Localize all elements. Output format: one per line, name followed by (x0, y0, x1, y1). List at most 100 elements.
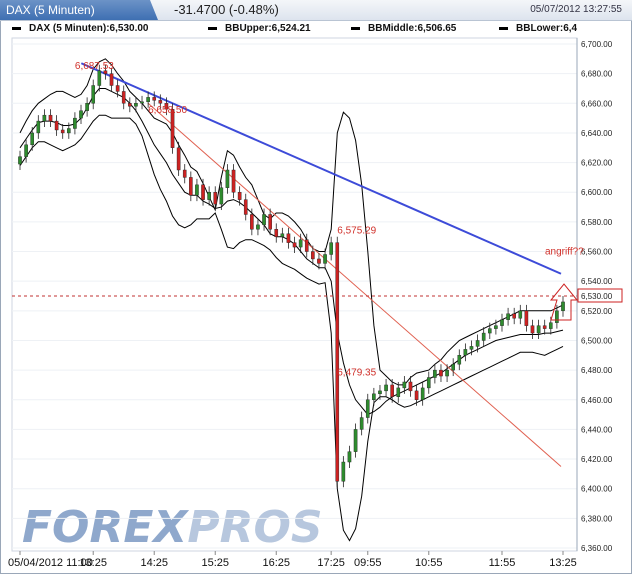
candle-body (79, 110, 83, 119)
x-tick-label: 17:25 (317, 557, 345, 569)
candle-body (433, 369, 437, 378)
candle-body (548, 322, 553, 329)
price-annotation: 6,658.50 (148, 105, 187, 116)
candle-body (128, 103, 132, 107)
candle-body (457, 355, 462, 365)
y-tick-label: 6,600.00 (581, 188, 613, 197)
y-tick-label: 6,520.00 (581, 307, 613, 316)
candle-body (494, 325, 498, 329)
candle-body (451, 363, 455, 371)
candle-body (353, 429, 358, 452)
candle-body (408, 381, 413, 392)
y-tick-label: 6,380.00 (581, 514, 613, 523)
candle-body (140, 101, 144, 104)
candle-body (30, 132, 35, 146)
candle-body (481, 332, 486, 341)
candle-body (396, 387, 401, 398)
candle-body (317, 258, 321, 264)
y-tick-label: 6,680.00 (581, 70, 613, 79)
x-tick-label: 13:25 (549, 557, 577, 569)
candle-body (390, 384, 394, 397)
candle-body (329, 242, 333, 255)
y-tick-label: 6,620.00 (581, 159, 613, 168)
y-tick-label: 6,500.00 (581, 336, 613, 345)
candle-body (182, 169, 187, 178)
candle-body (311, 251, 315, 260)
candle-body (213, 192, 218, 205)
candle-body (286, 233, 291, 243)
candle-body (372, 393, 376, 400)
price-annotation: 6,575.29 (337, 225, 376, 236)
candle-body (231, 169, 236, 193)
candle-body (42, 114, 47, 122)
y-tick-label: 6,480.00 (581, 366, 613, 375)
candle-body (237, 192, 242, 200)
candle-body (384, 384, 388, 392)
candle-body (561, 301, 565, 312)
candle-body (274, 229, 279, 237)
candle-body (219, 187, 224, 205)
candle-body (542, 325, 547, 329)
candle-body (439, 369, 443, 377)
x-tick-label: 14:25 (140, 557, 168, 569)
candle-body (304, 239, 309, 252)
candle-body (250, 214, 254, 230)
candle-body (207, 192, 211, 200)
candle-body (475, 340, 480, 347)
candle-body (67, 128, 71, 134)
plot-area (11, 37, 578, 552)
candle-body (73, 117, 77, 129)
candle-body (262, 214, 266, 226)
y-tick-label: 6,660.00 (581, 99, 613, 108)
candle-body (347, 451, 352, 463)
y-tick-label: 6,460.00 (581, 396, 613, 405)
candle-body (121, 91, 126, 104)
candle-body (115, 85, 120, 92)
candle-body (426, 377, 431, 389)
x-axis: 05/04/2012 11:0013:25 14:25 15:25 16:25 17:2… (8, 551, 577, 569)
y-tick-label: 6,360.00 (581, 544, 613, 553)
candle-body (146, 97, 150, 103)
y-tick-label: 6,420.00 (581, 455, 613, 464)
candle-body (530, 325, 535, 334)
candle-body (463, 349, 468, 356)
candle-body (555, 310, 559, 323)
candle-body (445, 369, 449, 377)
candle-body (487, 328, 492, 334)
y-tick-label: 6,700.00 (581, 40, 613, 49)
candle-body (24, 144, 28, 157)
y-axis: 6,360.00 6,380.00 6,400.00 6,420.00 6,440.00… (576, 38, 623, 553)
candle-body (97, 70, 102, 86)
candle-body (54, 120, 59, 131)
price-annotation: 6,479.35 (337, 368, 376, 379)
candle-body (225, 169, 230, 188)
candle-body (91, 85, 96, 104)
candle-body (280, 233, 285, 237)
candle-body (243, 199, 248, 215)
watermark-forex: FOREX (22, 502, 189, 553)
candle-body (201, 184, 205, 200)
candle-body (152, 97, 157, 101)
price-chart[interactable]: FOREXPROS 6,360.00 6,380.00 6,400.00 6,420.… (0, 0, 632, 574)
x-tick-label: 15:25 (201, 557, 229, 569)
candle-body (85, 103, 89, 111)
candle-body (292, 242, 297, 248)
candle-body (158, 100, 163, 104)
candle-body (109, 73, 114, 86)
candle-body (378, 390, 382, 395)
candle-body (414, 390, 419, 400)
svg-text:FOREXPROS: FOREXPROS (22, 502, 323, 553)
candle-body (359, 417, 364, 430)
candle-body (469, 346, 474, 350)
x-tick-label: 10:55 (415, 557, 443, 569)
candle-body (18, 156, 22, 165)
candle-body (365, 399, 370, 418)
candle-body (506, 313, 510, 320)
candle-body (518, 310, 523, 319)
candle-body (536, 325, 541, 334)
y-tick-label: 6,540.00 (581, 277, 613, 286)
y-tick-label: 6,440.00 (581, 425, 613, 434)
candle-body (189, 177, 193, 196)
candle-body (420, 387, 425, 400)
candle-body (512, 313, 516, 319)
